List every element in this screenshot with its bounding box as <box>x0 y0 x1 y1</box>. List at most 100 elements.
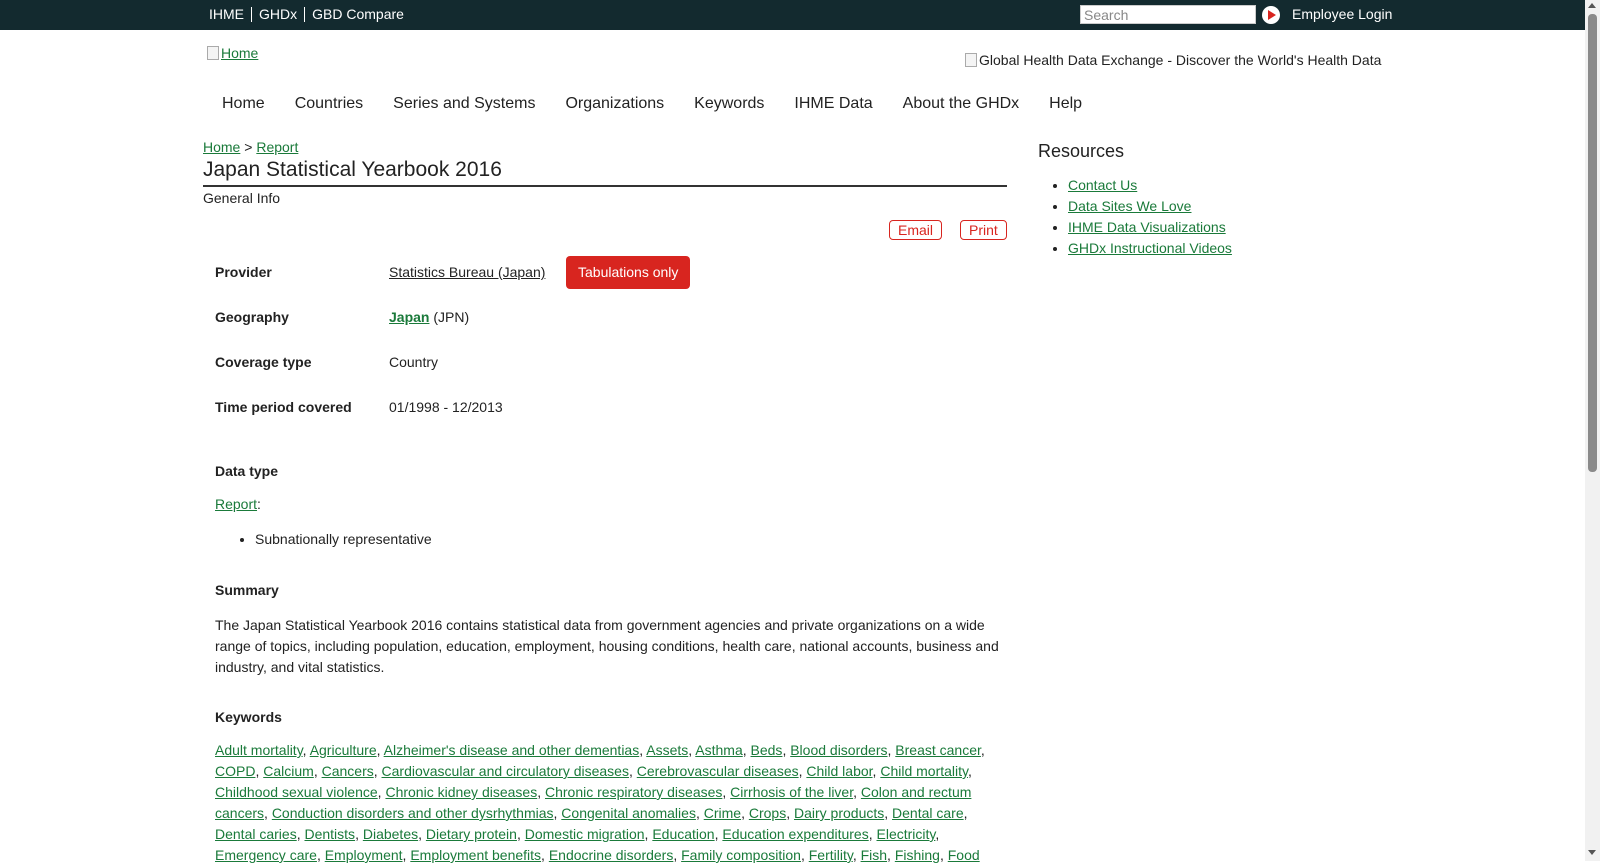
keyword-link[interactable]: Electricity <box>877 826 936 842</box>
list-item: Subnationally representative <box>255 531 432 547</box>
keywords-label: Keywords <box>215 709 282 725</box>
general-info-label: General Info <box>203 190 281 206</box>
keyword-link[interactable]: Crops <box>749 805 786 821</box>
tabulations-only-badge[interactable]: Tabulations only <box>566 256 691 289</box>
summary-label: Summary <box>215 582 279 598</box>
nav-about-the-ghdx[interactable]: About the GHDx <box>888 95 1035 113</box>
keyword-link[interactable]: Cancers <box>322 763 374 779</box>
geography-label: Geography <box>215 309 289 325</box>
keyword-link[interactable]: Crime <box>704 805 741 821</box>
keyword-link[interactable]: Cardiovascular and circulatory diseases <box>382 763 629 779</box>
keyword-link[interactable]: Dental caries <box>215 826 297 842</box>
keyword-link[interactable]: Dietary protein <box>426 826 517 842</box>
scroll-down-arrow-icon[interactable] <box>1588 850 1596 855</box>
data-type-colon: : <box>257 496 261 512</box>
employee-login-link[interactable]: Employee Login <box>1292 6 1392 22</box>
time-period-label: Time period covered <box>215 399 352 415</box>
breadcrumb: Home > Report <box>203 139 298 155</box>
nav-help[interactable]: Help <box>1034 95 1097 113</box>
keyword-link[interactable]: Education expenditures <box>722 826 868 842</box>
keyword-link[interactable]: Dental care <box>892 805 964 821</box>
resources-title: Resources <box>1038 141 1125 161</box>
keywords-list: Adult mortality, Agriculture, Alzheimer'… <box>215 742 985 863</box>
keyword-link[interactable]: Asthma <box>695 742 742 758</box>
keyword-link[interactable]: COPD <box>215 763 255 779</box>
page-title: Japan Statistical Yearbook 2016 <box>203 158 1007 187</box>
resources-list: Contact Us Data Sites We Love IHME Data … <box>1049 175 1232 259</box>
resource-ghdx-instructional-videos[interactable]: GHDx Instructional Videos <box>1068 240 1232 256</box>
broken-image-icon <box>207 46 219 60</box>
top-links: IHME GHDx GBD Compare <box>202 6 411 22</box>
keyword-link[interactable]: Dairy products <box>794 805 884 821</box>
keyword-link[interactable]: Beds <box>751 742 783 758</box>
keyword-link[interactable]: Adult mortality <box>215 742 303 758</box>
data-type-label: Data type <box>215 463 279 479</box>
scroll-thumb[interactable] <box>1588 14 1597 472</box>
breadcrumb-home[interactable]: Home <box>203 139 240 155</box>
geography-value: Japan (JPN) <box>389 309 469 325</box>
coverage-type-label: Coverage type <box>215 354 312 370</box>
search-input[interactable] <box>1080 5 1256 24</box>
keyword-link[interactable]: Dentists <box>304 826 355 842</box>
keyword-link[interactable]: Chronic kidney diseases <box>385 784 537 800</box>
print-button[interactable]: Print <box>960 220 1007 240</box>
nav-organizations[interactable]: Organizations <box>550 95 679 113</box>
keyword-link[interactable]: Childhood sexual violence <box>215 784 378 800</box>
list-item: GHDx Instructional Videos <box>1068 238 1232 259</box>
list-item: Data Sites We Love <box>1068 196 1232 217</box>
main-nav: Home Countries Series and Systems Organi… <box>207 95 1097 113</box>
broken-image-icon <box>965 53 977 67</box>
geography-code: (JPN) <box>429 309 470 325</box>
keyword-link[interactable]: Calcium <box>263 763 314 779</box>
keyword-link[interactable]: Agriculture <box>310 742 377 758</box>
keyword-link[interactable]: Assets <box>646 742 688 758</box>
top-link-gbd-compare[interactable]: GBD Compare <box>304 7 411 22</box>
keyword-link[interactable]: Congenital anomalies <box>561 805 696 821</box>
summary-text: The Japan Statistical Yearbook 2016 cont… <box>215 617 999 675</box>
keyword-link[interactable]: Child labor <box>806 763 872 779</box>
keyword-link[interactable]: Cirrhosis of the liver <box>730 784 853 800</box>
nav-countries[interactable]: Countries <box>280 95 378 113</box>
keyword-link[interactable]: Child mortality <box>880 763 968 779</box>
keyword-link[interactable]: Chronic respiratory diseases <box>545 784 722 800</box>
nav-keywords[interactable]: Keywords <box>679 95 779 113</box>
geography-link[interactable]: Japan <box>389 309 429 325</box>
data-type-list: Subnationally representative <box>237 531 432 547</box>
top-link-ghdx[interactable]: GHDx <box>251 7 304 22</box>
keyword-link[interactable]: Domestic migration <box>525 826 645 842</box>
data-type-report-link[interactable]: Report <box>215 496 257 512</box>
vertical-scrollbar[interactable] <box>1585 0 1600 861</box>
breadcrumb-separator: > <box>244 139 253 155</box>
nav-series-and-systems[interactable]: Series and Systems <box>378 95 550 113</box>
provider-label: Provider <box>215 264 272 280</box>
top-bar: IHMEGHDxGBD Compare Employee Login <box>0 0 1585 30</box>
keyword-link[interactable]: Diabetes <box>363 826 418 842</box>
list-item: IHME Data Visualizations <box>1068 217 1232 238</box>
site-banner: Global Health Data Exchange - Discover t… <box>965 52 1381 68</box>
keyword-link[interactable]: Cerebrovascular diseases <box>637 763 799 779</box>
resource-contact-us[interactable]: Contact Us <box>1068 177 1137 193</box>
play-arrow-icon <box>1268 10 1276 20</box>
list-item: Contact Us <box>1068 175 1232 196</box>
resource-data-sites-we-love[interactable]: Data Sites We Love <box>1068 198 1191 214</box>
keyword-link[interactable]: Conduction disorders and other dysrhythm… <box>272 805 554 821</box>
keyword-link[interactable]: Breast cancer <box>895 742 981 758</box>
home-logo-alt: Home <box>221 45 259 61</box>
breadcrumb-report[interactable]: Report <box>256 139 298 155</box>
nav-ihme-data[interactable]: IHME Data <box>779 95 887 113</box>
keyword-link[interactable]: Alzheimer's disease and other dementias <box>384 742 640 758</box>
scroll-up-arrow-icon[interactable] <box>1588 3 1596 8</box>
data-type-value: Report: <box>215 496 261 512</box>
provider-link[interactable]: Statistics Bureau (Japan) <box>389 264 545 280</box>
keyword-link[interactable]: Blood disorders <box>790 742 887 758</box>
home-logo-link[interactable]: Home <box>207 45 258 61</box>
email-button[interactable]: Email <box>889 220 943 240</box>
keyword-link[interactable]: Education <box>652 826 714 842</box>
search-submit-button[interactable] <box>1262 6 1280 24</box>
resource-ihme-data-visualizations[interactable]: IHME Data Visualizations <box>1068 219 1226 235</box>
coverage-type-value: Country <box>389 354 439 370</box>
banner-alt: Global Health Data Exchange - Discover t… <box>979 52 1382 68</box>
top-link-ihme[interactable]: IHME <box>202 7 251 22</box>
time-period-value: 01/1998 - 12/2013 <box>389 399 503 415</box>
nav-home[interactable]: Home <box>207 95 280 113</box>
